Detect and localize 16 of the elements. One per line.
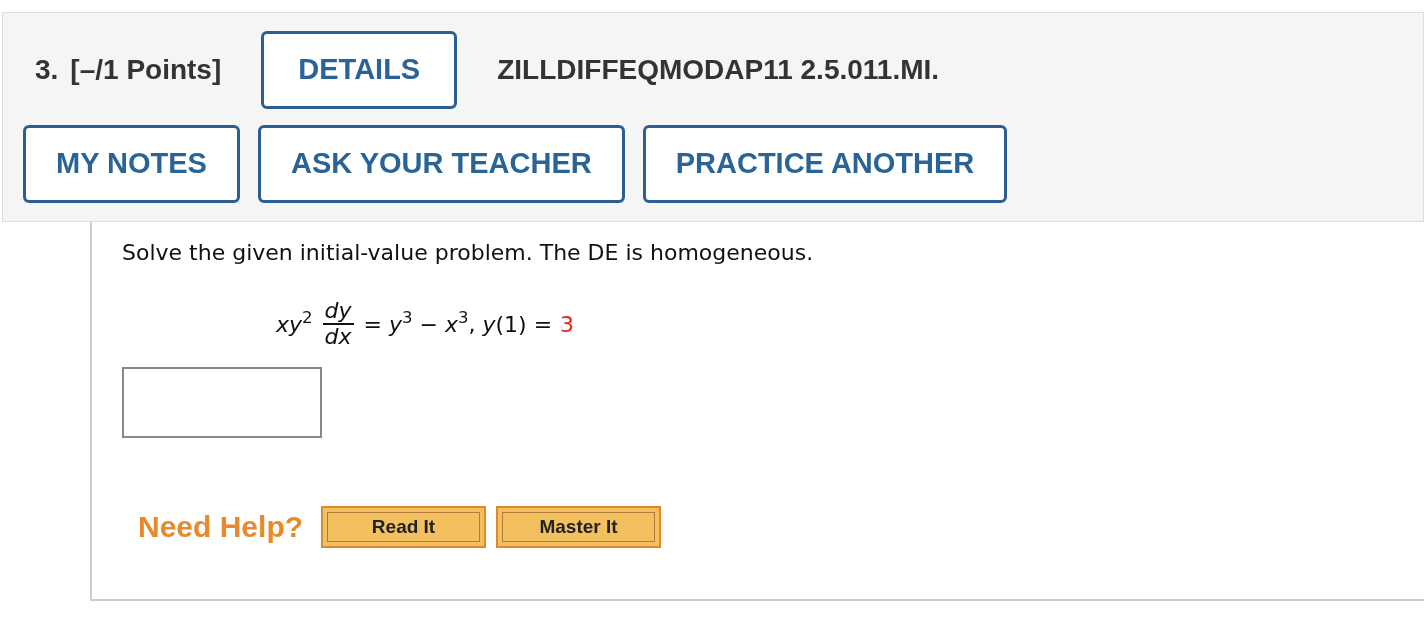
problem-statement: Solve the given initial-value problem. The DE is homogeneous. (122, 239, 815, 267)
action-button[interactable]: PRACTICE ANOTHER (642, 125, 1008, 203)
action-button[interactable]: ASK YOUR TEACHER (257, 125, 625, 203)
details-button[interactable]: DETAILS (261, 31, 458, 109)
help-button[interactable]: Read It (321, 505, 487, 548)
equation-rhs: = y$^{3}$ − x$^{3}$, y(1) = (363, 307, 553, 339)
help-button[interactable]: Master It (496, 505, 662, 548)
points-label: [–/1 Points] (70, 53, 222, 87)
need-help-label: Need Help? (138, 509, 304, 546)
equation-lhs: xy$^{2}$ (276, 307, 313, 339)
question-number: 3. (35, 53, 59, 87)
action-button[interactable]: MY NOTES (23, 125, 240, 203)
initial-value: 3 (560, 310, 575, 339)
fraction: dy dx (322, 299, 354, 350)
question-code: ZILLDIFFEQMODAP11 2.5.011.MI. (497, 53, 940, 87)
answer-field[interactable] (122, 367, 322, 439)
